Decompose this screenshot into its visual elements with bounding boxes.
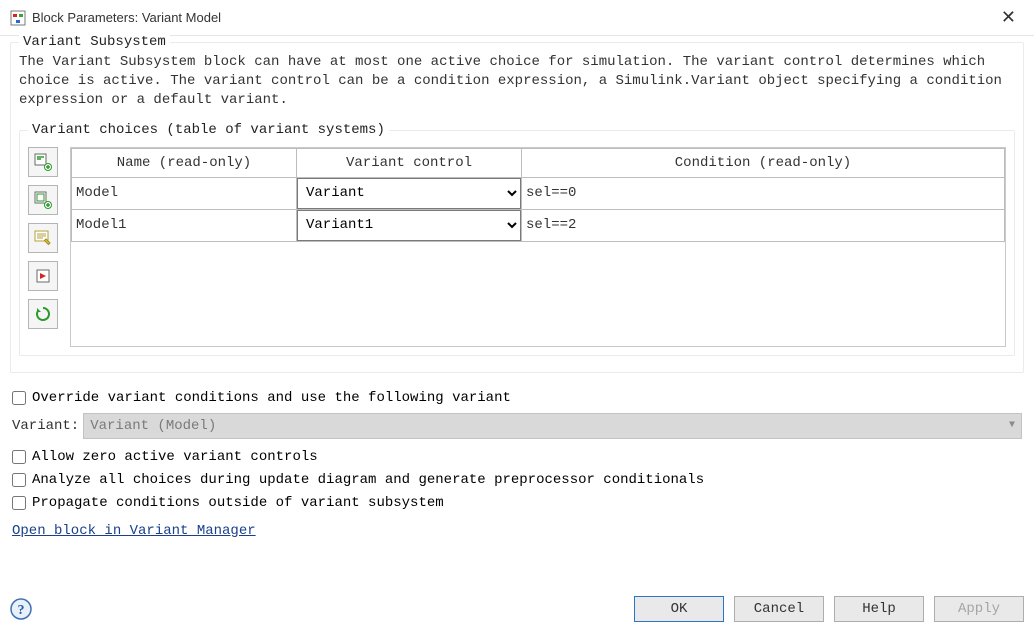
- variant-choices-group: Variant choices (table of variant system…: [19, 130, 1015, 356]
- analyze-row: Analyze all choices during update diagra…: [12, 472, 1022, 488]
- edit-choice-button[interactable]: [28, 223, 58, 253]
- table-row[interactable]: Model1 Variant1 sel==2: [72, 209, 1005, 241]
- edit-icon: [34, 229, 52, 247]
- row0-variant-control-select[interactable]: Variant: [297, 178, 521, 209]
- allow-zero-row: Allow zero active variant controls: [12, 449, 1022, 465]
- variant-manager-link-row: Open block in Variant Manager: [12, 523, 1022, 539]
- row0-condition: sel==0: [522, 177, 1005, 209]
- help-icon[interactable]: ?: [10, 598, 32, 620]
- titlebar-left: Block Parameters: Variant Model: [10, 10, 221, 26]
- analyze-label: Analyze all choices during update diagra…: [32, 472, 704, 488]
- variant-select-disabled: Variant (Model) ▼: [83, 413, 1022, 439]
- override-row: Override variant conditions and use the …: [12, 390, 1022, 406]
- propagate-checkbox[interactable]: [12, 496, 26, 510]
- variant-table: Name (read-only) Variant control Conditi…: [70, 147, 1006, 347]
- help-button[interactable]: Help: [834, 596, 924, 622]
- refresh-button[interactable]: [28, 299, 58, 329]
- window-title: Block Parameters: Variant Model: [32, 10, 221, 25]
- row1-condition: sel==2: [522, 209, 1005, 241]
- override-label: Override variant conditions and use the …: [32, 390, 511, 406]
- add-subsystem-icon: [34, 153, 52, 171]
- variant-select-value: Variant (Model): [90, 418, 216, 434]
- choices-body: Name (read-only) Variant control Conditi…: [28, 147, 1006, 347]
- col-control-header: Variant control: [297, 148, 522, 177]
- titlebar: Block Parameters: Variant Model ✕: [0, 0, 1034, 36]
- variant-manager-link[interactable]: Open block in Variant Manager: [12, 523, 256, 539]
- content: Variant Subsystem The Variant Subsystem …: [0, 36, 1034, 539]
- table-header-row: Name (read-only) Variant control Conditi…: [72, 148, 1005, 177]
- refresh-icon: [34, 305, 52, 323]
- table-row[interactable]: Model Variant sel==0: [72, 177, 1005, 209]
- col-condition-header: Condition (read-only): [522, 148, 1005, 177]
- variant-choices-legend: Variant choices (table of variant system…: [28, 122, 389, 138]
- footer: ? OK Cancel Help Apply: [0, 588, 1034, 634]
- ok-button[interactable]: OK: [634, 596, 724, 622]
- add-subsystem-button[interactable]: [28, 147, 58, 177]
- variant-subsystem-description: The Variant Subsystem block can have at …: [19, 53, 1015, 110]
- button-row: OK Cancel Help Apply: [634, 596, 1024, 622]
- add-modelref-button[interactable]: [28, 185, 58, 215]
- allow-zero-label: Allow zero active variant controls: [32, 449, 318, 465]
- chevron-down-icon: ▼: [1009, 420, 1015, 431]
- override-checkbox[interactable]: [12, 391, 26, 405]
- allow-zero-checkbox[interactable]: [12, 450, 26, 464]
- variant-label: Variant:: [12, 418, 79, 434]
- svg-text:?: ?: [18, 603, 25, 618]
- row0-name: Model: [72, 177, 297, 209]
- col-name-header: Name (read-only): [72, 148, 297, 177]
- cancel-button[interactable]: Cancel: [734, 596, 824, 622]
- row0-control-cell: Variant: [297, 177, 522, 209]
- apply-button: Apply: [934, 596, 1024, 622]
- variant-subsystem-group: Variant Subsystem The Variant Subsystem …: [10, 42, 1024, 373]
- open-choice-button[interactable]: [28, 261, 58, 291]
- choices-toolbar: [28, 147, 62, 347]
- variant-subsystem-legend: Variant Subsystem: [19, 34, 170, 50]
- options-area: Override variant conditions and use the …: [10, 381, 1024, 539]
- propagate-row: Propagate conditions outside of variant …: [12, 495, 1022, 511]
- add-modelref-icon: [34, 191, 52, 209]
- row1-name: Model1: [72, 209, 297, 241]
- row1-variant-control-select[interactable]: Variant1: [297, 210, 521, 241]
- variant-line: Variant: Variant (Model) ▼: [12, 413, 1022, 439]
- close-icon[interactable]: ✕: [993, 5, 1024, 30]
- app-icon: [10, 10, 26, 26]
- row1-control-cell: Variant1: [297, 209, 522, 241]
- analyze-checkbox[interactable]: [12, 473, 26, 487]
- propagate-label: Propagate conditions outside of variant …: [32, 495, 444, 511]
- open-block-icon: [34, 267, 52, 285]
